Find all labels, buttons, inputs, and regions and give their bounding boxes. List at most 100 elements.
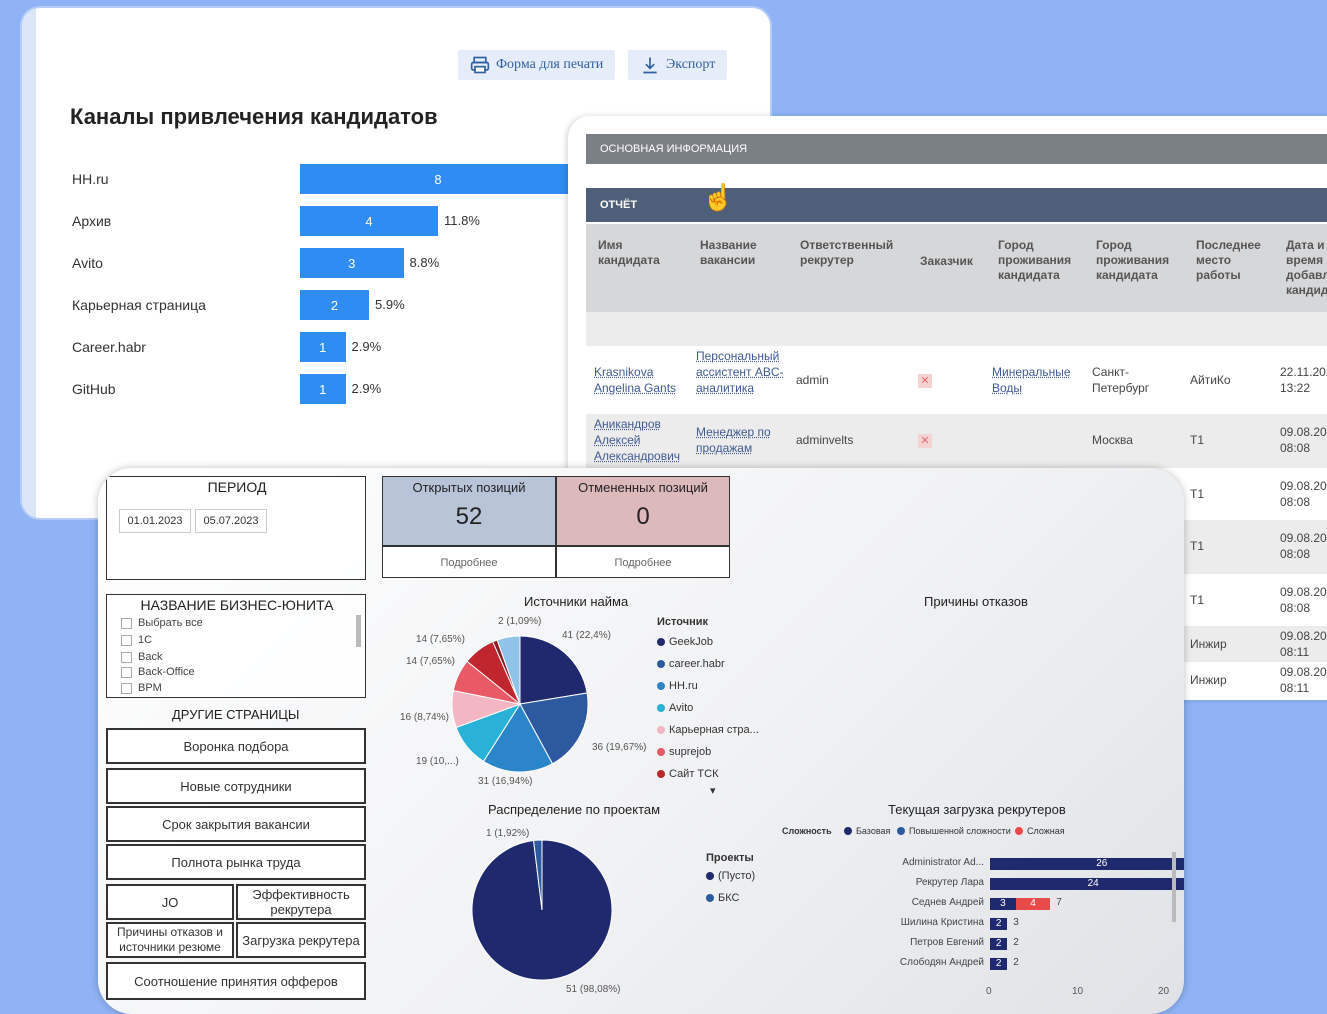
date-from-input[interactable]: 01.01.2023 [119, 509, 191, 533]
channel-bar[interactable]: 3 [300, 248, 404, 278]
total-label: 2 [1013, 957, 1019, 968]
legend-dot [657, 704, 665, 712]
scrollbar[interactable] [356, 615, 361, 647]
download-icon [643, 57, 657, 74]
checkbox[interactable] [121, 651, 132, 663]
section-report[interactable]: ОТЧЁТ [586, 188, 1327, 222]
nav-new-employees-button[interactable]: Новые сотрудники [106, 768, 366, 804]
channel-bar[interactable]: 2 [300, 290, 369, 320]
vacancy-link[interactable]: Персональный ассистент ABC-аналитика [696, 348, 788, 396]
legend-item[interactable]: career.habr [657, 658, 725, 670]
legend-item[interactable]: Сложная [1015, 826, 1065, 836]
legend-item[interactable]: Повышенной сложности [897, 826, 1011, 836]
nav-jo-button[interactable]: JO [106, 884, 234, 920]
legend-label: Сайт ТСК [669, 768, 719, 780]
bar-segment[interactable]: 2 [990, 938, 1008, 950]
legend-label: Карьерная стра... [669, 724, 759, 736]
legend-item[interactable]: Карьерная стра... [657, 724, 759, 736]
checkbox[interactable] [121, 617, 132, 629]
legend-dot [657, 682, 665, 690]
table-header: Имя кандидата Название вакансии Ответств… [586, 224, 1327, 312]
table-row[interactable]: Аникандров Алексей Александрович Менедже… [586, 414, 1327, 468]
pie-data-label: 14 (7,65%) [406, 656, 455, 667]
legend-item[interactable]: suprejob [657, 746, 711, 758]
nav-vacancy-close-button[interactable]: Срок закрытия вакансии [106, 806, 366, 842]
bar-segment[interactable]: 2 [990, 918, 1008, 930]
nav-funnel-button[interactable]: Воронка подбора [106, 728, 366, 764]
channel-percent: 2.9% [351, 339, 382, 354]
section-main-info[interactable]: ОСНОВНАЯ ИНФОРМАЦИЯ [586, 134, 1327, 164]
nav-recruiter-load-button[interactable]: Загрузка рекрутера [236, 922, 366, 958]
checkbox-select-all[interactable]: Выбрать все [121, 617, 203, 629]
customer-empty-icon: ✕ [918, 374, 932, 388]
chart-title: Текущая загрузка рекрутеров [888, 802, 1066, 817]
legend-item[interactable]: Сайт ТСК [657, 768, 719, 780]
nav-offer-acceptance-button[interactable]: Соотношение принятия офферов [106, 962, 366, 1000]
pie-data-label: 14 (7,65%) [416, 634, 465, 645]
chevron-down-icon[interactable]: ▾ [710, 784, 716, 797]
legend-label: suprejob [669, 746, 712, 758]
legend-item[interactable]: Базовая [844, 826, 890, 836]
channel-label: Career.habr [72, 339, 146, 355]
refusal-reasons-title: Причины отказов [924, 594, 1028, 609]
city: Москва [1092, 433, 1133, 447]
bar-segment[interactable]: 24 [990, 878, 1184, 890]
date-to-input[interactable]: 05.07.2023 [195, 509, 267, 533]
checkbox[interactable] [121, 666, 132, 678]
checkbox[interactable] [121, 634, 132, 646]
scrollbar[interactable] [1172, 852, 1176, 922]
legend-label: Сложная [1027, 826, 1065, 836]
recruiter-load-chart: Текущая загрузка рекрутеров Сложность Базо… [778, 800, 1184, 1010]
customer-empty-icon: ✕ [918, 434, 932, 448]
pie-data-label: 51 (98,08%) [566, 984, 621, 995]
legend-item[interactable]: БКС [706, 892, 739, 904]
date-added: 09.08.2023 08:11 [1280, 665, 1327, 695]
nav-refusal-sources-button[interactable]: Причины отказов и источники резюме [106, 922, 234, 958]
legend-dot [657, 748, 665, 756]
legend-item[interactable]: (Пусто) [706, 870, 755, 882]
category-label: Administrator Ad... [902, 857, 984, 868]
bar-segment[interactable]: 26 [990, 858, 1184, 870]
legend-label: Повышенной сложности [909, 826, 1011, 836]
export-button[interactable]: Экспорт [628, 50, 728, 80]
cancelled-positions-more-button[interactable]: Подробнее [556, 546, 730, 578]
checkbox-item[interactable]: BPM [121, 682, 162, 694]
legend-dot [657, 770, 665, 778]
channel-bar[interactable]: 4 [300, 206, 438, 236]
checkbox-item[interactable]: Back [121, 651, 162, 663]
export-button-label: Экспорт [666, 57, 716, 72]
bar-segment[interactable]: 4 [1015, 898, 1051, 910]
open-positions-more-button[interactable]: Подробнее [382, 546, 556, 578]
bar-segment[interactable]: 2 [990, 958, 1008, 970]
candidate-name-link[interactable]: Krasnikova Angelina Gants [594, 364, 684, 396]
checkbox-label: Back-Office [138, 666, 195, 678]
channel-bar[interactable]: 8 [300, 164, 576, 194]
legend-label: БКС [718, 892, 740, 904]
pie-data-label: 36 (19,67%) [592, 742, 647, 753]
channel-bar[interactable]: 1 [300, 332, 346, 362]
vacancy-link[interactable]: Менеджер по продажам [696, 424, 782, 456]
last-job: T1 [1190, 593, 1205, 607]
last-job: T1 [1190, 539, 1205, 553]
total-label: 7 [1056, 897, 1062, 908]
channel-bar[interactable]: 1 [300, 374, 346, 404]
legend-label: GeekJob [669, 636, 714, 648]
candidate-name-link[interactable]: Аникандров Алексей Александрович [594, 416, 684, 464]
legend-item[interactable]: GeekJob [657, 636, 713, 648]
checkbox-item[interactable]: Back-Office [121, 666, 195, 678]
nav-labor-market-button[interactable]: Полнота рынка труда [106, 844, 366, 880]
legend-item[interactable]: Avito [657, 702, 693, 714]
nav-recruiter-efficiency-button[interactable]: Эффективность рекрутера [236, 884, 366, 920]
channel-percent: 2.9% [351, 381, 382, 396]
checkbox[interactable] [121, 682, 132, 694]
table-row[interactable]: Krasnikova Angelina Gants Персональный а… [586, 346, 1327, 414]
period-title: ПЕРИОД [207, 479, 267, 495]
checkbox-item[interactable]: 1C [121, 634, 152, 646]
print-button[interactable]: Форма для печати [458, 50, 616, 80]
checkbox-label: Back [138, 651, 163, 663]
channel-label: Avito [72, 255, 103, 271]
bar-segment[interactable]: 3 [990, 898, 1016, 910]
city-link[interactable]: Минеральные Воды [992, 364, 1082, 396]
channel-label: Карьерная страница [72, 297, 206, 313]
legend-item[interactable]: HH.ru [657, 680, 698, 692]
